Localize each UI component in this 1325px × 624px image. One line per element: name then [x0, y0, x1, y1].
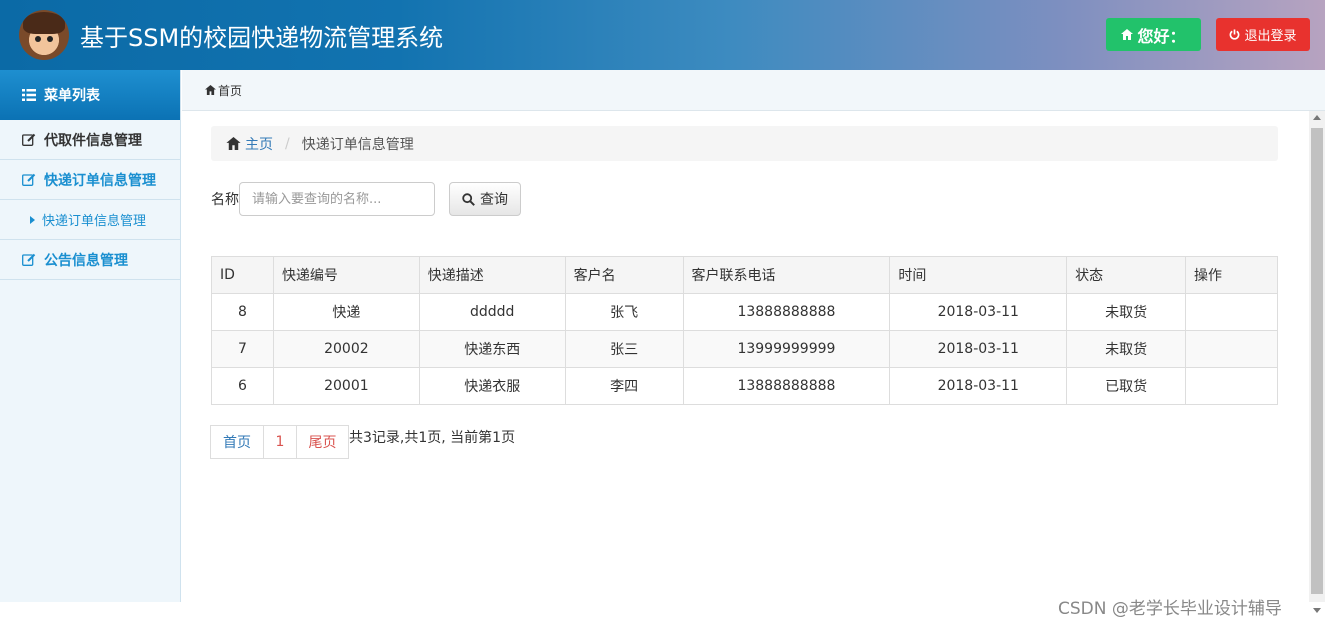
- home-icon: [1121, 29, 1134, 40]
- table-row: 8 快递 ddddd 张飞 13888888888 2018-03-11 未取货: [211, 293, 1278, 331]
- cell-id: 6: [211, 367, 274, 405]
- cell-customer: 李四: [564, 367, 684, 405]
- logout-button[interactable]: 退出登录: [1216, 18, 1310, 51]
- breadcrumb-home-label: 主页: [245, 136, 273, 153]
- table-header-row: ID 快递编号 快递描述 客户名 客户联系电话 时间 状态 操作: [211, 256, 1278, 294]
- home-icon: [205, 85, 216, 95]
- tab-home[interactable]: 首页: [218, 82, 242, 99]
- edit-icon: [22, 133, 36, 146]
- cell-time: 2018-03-11: [889, 293, 1068, 331]
- edit-icon: [22, 253, 36, 266]
- scroll-down-icon[interactable]: [1313, 608, 1321, 613]
- sidebar-subitem-label: 快递订单信息管理: [42, 214, 147, 229]
- power-icon: [1230, 29, 1240, 40]
- sidebar-item-pickup[interactable]: 代取件信息管理: [0, 120, 180, 160]
- search-label: 名称: [211, 192, 239, 208]
- cell-customer: 张三: [564, 330, 684, 368]
- cell-code: 快递: [272, 293, 420, 331]
- pager-info: 共3记录,共1页, 当前第1页: [349, 430, 516, 446]
- col-header-time: 时间: [889, 256, 1068, 294]
- cell-phone: 13888888888: [682, 367, 891, 405]
- orders-table: ID 快递编号 快递描述 客户名 客户联系电话 时间 状态 操作 8 快递 dd…: [211, 256, 1278, 405]
- table-row: 6 20001 快递衣服 李四 13888888888 2018-03-11 已…: [211, 367, 1278, 405]
- search-icon: [462, 192, 475, 206]
- sidebar-item-label: 公告信息管理: [44, 252, 128, 269]
- menu-heading-label: 菜单列表: [44, 88, 100, 104]
- logout-label: 退出登录: [1244, 29, 1297, 44]
- sidebar-item-notices[interactable]: 公告信息管理: [0, 240, 180, 280]
- cell-id: 7: [211, 330, 274, 368]
- cell-actions: [1185, 330, 1278, 368]
- breadcrumb-current: 快递订单信息管理: [301, 136, 414, 153]
- cell-status: 未取货: [1066, 293, 1187, 331]
- col-header-code: 快递编号: [272, 256, 420, 294]
- breadcrumb-separator: /: [285, 135, 290, 152]
- tab-bar: 首页: [182, 70, 1325, 111]
- cell-time: 2018-03-11: [889, 367, 1068, 405]
- col-header-phone: 客户联系电话: [682, 256, 891, 294]
- caret-right-icon: [30, 215, 35, 224]
- greeting-label: 您好：: [1137, 26, 1186, 46]
- search-button-label: 查询: [480, 192, 508, 208]
- sidebar-item-label: 快递订单信息管理: [44, 172, 156, 189]
- sidebar-subitem-orders[interactable]: 快递订单信息管理: [0, 200, 180, 240]
- cell-desc: ddddd: [418, 293, 566, 331]
- pager-last-link[interactable]: 尾页: [296, 425, 349, 459]
- scroll-up-icon[interactable]: [1313, 115, 1321, 120]
- watermark: CSDN @老学长毕业设计辅导: [1058, 599, 1282, 619]
- table-row: 7 20002 快递东西 张三 13999999999 2018-03-11 未…: [211, 330, 1278, 368]
- greeting-button[interactable]: 您好：: [1106, 18, 1201, 51]
- list-icon: [22, 89, 36, 101]
- cell-code: 20002: [272, 330, 420, 368]
- cell-phone: 13888888888: [682, 293, 891, 331]
- cell-status: 未取货: [1066, 330, 1187, 368]
- col-header-id: ID: [211, 256, 274, 294]
- breadcrumb: 主页 / 快递订单信息管理: [211, 126, 1278, 161]
- breadcrumb-home-link[interactable]: 主页: [226, 134, 273, 154]
- cell-code: 20001: [272, 367, 420, 405]
- cell-time: 2018-03-11: [889, 330, 1068, 368]
- search-button[interactable]: 查询: [449, 182, 521, 216]
- home-icon: [226, 137, 241, 150]
- cell-actions: [1185, 293, 1278, 331]
- search-input[interactable]: [239, 182, 435, 216]
- pager-page-1[interactable]: 1: [263, 425, 297, 459]
- menu-heading: 菜单列表: [0, 70, 180, 120]
- sidebar-item-label: 代取件信息管理: [44, 132, 142, 149]
- app-header: 基于SSM的校园快递物流管理系统 您好： 退出登录: [0, 0, 1325, 70]
- cell-phone: 13999999999: [682, 330, 891, 368]
- cell-status: 已取货: [1066, 367, 1187, 405]
- cell-customer: 张飞: [564, 293, 684, 331]
- sidebar: 菜单列表 代取件信息管理 快递订单信息管理 快递订单信息管理 公告信息管理: [0, 70, 181, 602]
- col-header-status: 状态: [1066, 256, 1187, 294]
- cell-id: 8: [211, 293, 274, 331]
- cell-actions: [1185, 367, 1278, 405]
- pager-first-link[interactable]: 首页: [210, 425, 264, 459]
- col-header-actions: 操作: [1185, 256, 1278, 294]
- app-title: 基于SSM的校园快递物流管理系统: [80, 24, 444, 52]
- scrollbar-thumb[interactable]: [1311, 128, 1323, 594]
- edit-icon: [22, 173, 36, 186]
- sidebar-item-orders[interactable]: 快递订单信息管理: [0, 160, 180, 200]
- col-header-customer: 客户名: [564, 256, 684, 294]
- col-header-desc: 快递描述: [418, 256, 566, 294]
- cell-desc: 快递东西: [418, 330, 566, 368]
- cell-desc: 快递衣服: [418, 367, 566, 405]
- pagination: 首页 1 尾页: [210, 425, 349, 459]
- avatar: [19, 10, 69, 60]
